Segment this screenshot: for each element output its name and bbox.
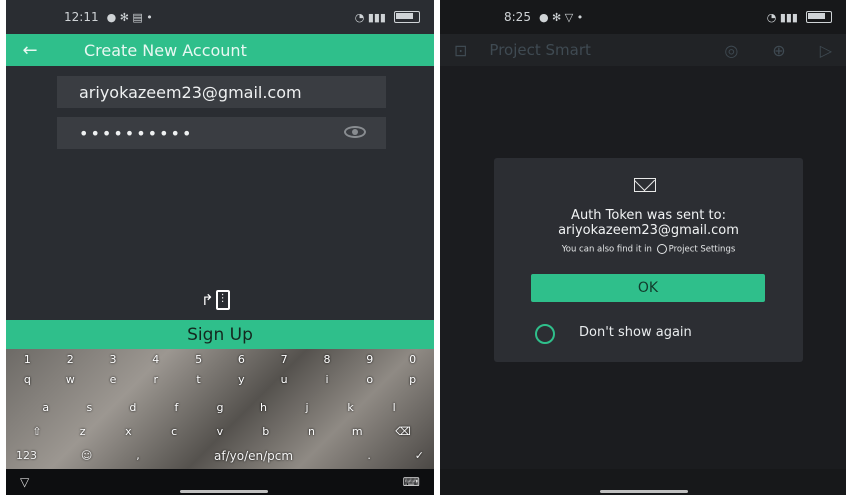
- key[interactable]: h: [246, 401, 282, 414]
- home-pill[interactable]: [600, 490, 688, 493]
- status-bar: 8:25 ● ✻ ▽ • ◔ ▮▮▮: [440, 0, 846, 34]
- key[interactable]: 0: [395, 353, 431, 366]
- key[interactable]: 9: [352, 353, 388, 366]
- device-icon[interactable]: ⊡: [454, 41, 467, 60]
- auth-token-dialog: Auth Token was sent to: ariyokazeem23@gm…: [494, 158, 803, 362]
- key[interactable]: 6: [223, 353, 259, 366]
- sign-up-label: Sign Up: [187, 324, 253, 345]
- key[interactable]: a: [28, 401, 64, 414]
- key[interactable]: o: [352, 373, 388, 386]
- sign-up-button[interactable]: Sign Up: [6, 320, 434, 349]
- key[interactable]: d: [115, 401, 151, 414]
- right-phone-screen: 8:25 ● ✻ ▽ • ◔ ▮▮▮ ⊡ Project Smart ◎ ⊕ ▷…: [440, 0, 846, 495]
- dialog-note: You can also find it in Project Settings: [494, 244, 803, 255]
- keyboard-row-1: q w e r t y u i o p: [6, 373, 434, 386]
- key[interactable]: l: [376, 401, 412, 414]
- key[interactable]: 8: [309, 353, 345, 366]
- key[interactable]: t: [181, 373, 217, 386]
- key[interactable]: 1: [9, 353, 45, 366]
- key[interactable]: z: [65, 425, 101, 438]
- key[interactable]: n: [293, 425, 329, 438]
- dialog-message: Auth Token was sent to: ariyokazeem23@gm…: [494, 208, 803, 238]
- message-line-1: Auth Token was sent to:: [571, 208, 726, 223]
- keyboard-toggle-icon[interactable]: ⌨: [403, 475, 420, 489]
- backspace-key-icon[interactable]: ⌫: [385, 425, 421, 438]
- keyboard-row-2: a s d f g h j k l: [6, 401, 434, 414]
- home-pill[interactable]: [180, 490, 268, 493]
- keyboard-bottom-row: 123 ☺ , af/yo/en/pcm . ✓: [6, 449, 434, 463]
- message-line-2: ariyokazeem23@gmail.com: [558, 223, 739, 238]
- eye-icon[interactable]: [344, 126, 366, 138]
- key[interactable]: 2: [52, 353, 88, 366]
- notification-icon: ● ✻ ▽ •: [538, 10, 584, 24]
- key[interactable]: m: [339, 425, 375, 438]
- status-time: 8:25: [504, 10, 531, 24]
- note-suffix: Project Settings: [668, 244, 736, 255]
- period-key[interactable]: .: [367, 449, 371, 463]
- status-bar: 12:11 ● ✻ ▤ • ◔ ▮▮▮: [6, 0, 434, 34]
- navigation-bar: ▽ ⌨: [6, 469, 434, 495]
- shift-key-icon[interactable]: ⇧: [19, 425, 55, 438]
- key[interactable]: b: [248, 425, 284, 438]
- project-title: Project Smart: [489, 41, 591, 59]
- left-phone-screen: 12:11 ● ✻ ▤ • ◔ ▮▮▮ ← Create New Account…: [6, 0, 434, 495]
- key[interactable]: g: [202, 401, 238, 414]
- keyboard-number-row: 1 2 3 4 5 6 7 8 9 0: [6, 353, 434, 366]
- key[interactable]: c: [156, 425, 192, 438]
- numbers-key[interactable]: 123: [16, 449, 37, 463]
- key[interactable]: x: [110, 425, 146, 438]
- password-field[interactable]: ••••••••••: [57, 117, 386, 149]
- key[interactable]: u: [266, 373, 302, 386]
- app-bar: ⊡ Project Smart ◎ ⊕ ▷: [440, 34, 846, 66]
- battery-icon: [394, 11, 420, 23]
- play-icon[interactable]: ▷: [820, 41, 832, 60]
- navigation-bar: [440, 469, 846, 495]
- key[interactable]: e: [95, 373, 131, 386]
- key[interactable]: v: [202, 425, 238, 438]
- email-value: ariyokazeem23@gmail.com: [79, 82, 302, 102]
- key[interactable]: r: [138, 373, 174, 386]
- space-key[interactable]: af/yo/en/pcm: [184, 449, 324, 463]
- status-time: 12:11: [64, 10, 99, 24]
- key[interactable]: 7: [266, 353, 302, 366]
- email-field[interactable]: ariyokazeem23@gmail.com: [57, 76, 386, 108]
- emoji-key-icon[interactable]: ☺: [81, 449, 92, 463]
- key[interactable]: q: [9, 373, 45, 386]
- key[interactable]: p: [395, 373, 431, 386]
- on-screen-keyboard: 1 2 3 4 5 6 7 8 9 0 q w e r t y u i o p …: [6, 349, 434, 469]
- notification-icon: ● ✻ ▤ •: [106, 10, 153, 24]
- key[interactable]: f: [158, 401, 194, 414]
- hide-keyboard-icon[interactable]: ▽: [20, 475, 29, 489]
- key[interactable]: y: [223, 373, 259, 386]
- battery-icon: [806, 11, 832, 23]
- keyboard-row-3: ⇧ z x c v b n m ⌫: [6, 425, 434, 438]
- signal-icon: ◔ ▮▮▮: [354, 10, 386, 24]
- app-bar: ← Create New Account: [6, 34, 434, 66]
- enter-key-icon[interactable]: ✓: [415, 449, 424, 463]
- key[interactable]: i: [309, 373, 345, 386]
- key[interactable]: k: [333, 401, 369, 414]
- page-title: Create New Account: [84, 40, 247, 60]
- comma-key[interactable]: ,: [136, 449, 140, 463]
- signal-icon: ◔ ▮▮▮: [766, 10, 798, 24]
- ok-button[interactable]: OK: [531, 274, 765, 302]
- key[interactable]: 4: [138, 353, 174, 366]
- key[interactable]: 5: [181, 353, 217, 366]
- dont-show-radio[interactable]: [535, 324, 555, 344]
- gear-icon: [656, 244, 667, 254]
- back-arrow-icon[interactable]: ←: [6, 40, 54, 61]
- dont-show-label[interactable]: Don't show again: [579, 325, 692, 340]
- key[interactable]: w: [52, 373, 88, 386]
- settings-icon[interactable]: ◎: [724, 41, 738, 60]
- key[interactable]: j: [289, 401, 325, 414]
- key[interactable]: 3: [95, 353, 131, 366]
- key[interactable]: s: [71, 401, 107, 414]
- note-prefix: You can also find it in: [561, 244, 652, 255]
- mail-icon: [634, 178, 656, 192]
- add-icon[interactable]: ⊕: [772, 41, 785, 60]
- keyboard-switch-icon[interactable]: ↱ ⋮: [201, 290, 230, 310]
- ok-label: OK: [637, 280, 659, 296]
- password-value: ••••••••••: [79, 123, 194, 143]
